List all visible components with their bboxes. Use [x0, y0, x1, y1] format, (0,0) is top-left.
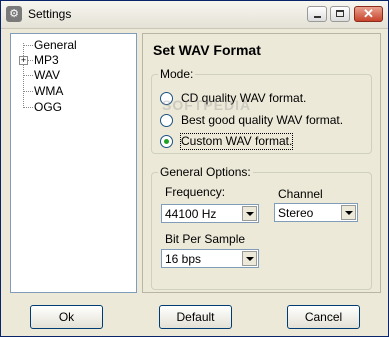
settings-tree[interactable]: General + MP3 WAV WMA OGG: [10, 33, 137, 293]
watermark: SOFTPEDIA: [162, 97, 252, 113]
close-icon: ✕: [363, 6, 374, 21]
channel-select[interactable]: Stereo: [274, 203, 358, 222]
default-button[interactable]: Default: [159, 305, 232, 329]
bit-per-sample-select[interactable]: 16 bps: [161, 249, 259, 268]
chevron-down-icon: [246, 212, 254, 216]
close-button[interactable]: ✕: [354, 6, 383, 22]
expand-icon[interactable]: +: [19, 56, 28, 65]
wav-settings-panel: Set WAV Format Mode: CD quality WAV form…: [142, 33, 381, 293]
dropdown-button[interactable]: [242, 206, 257, 221]
general-options-group: General Options: Frequency: 44100 Hz Cha…: [151, 165, 372, 290]
tree-item-label: General: [34, 38, 77, 52]
minimize-icon: [314, 16, 321, 18]
dropdown-button[interactable]: [341, 205, 356, 220]
maximize-button[interactable]: [330, 6, 350, 22]
tree-item-ogg[interactable]: OGG: [11, 100, 131, 115]
general-options-legend: General Options:: [158, 165, 253, 179]
channel-label: Channel: [278, 187, 323, 201]
tree-item-mp3[interactable]: + MP3: [11, 53, 131, 68]
frequency-value: 44100 Hz: [165, 207, 217, 221]
radio-button[interactable]: [160, 135, 173, 148]
ok-button[interactable]: Ok: [30, 305, 103, 329]
channel-value: Stereo: [278, 206, 314, 220]
tree-item-general[interactable]: General: [11, 38, 131, 53]
settings-window: ⚙ Settings ✕ General + MP3 WAV WMA OGG S…: [0, 0, 389, 337]
dropdown-button[interactable]: [242, 251, 257, 266]
minimize-button[interactable]: [307, 6, 327, 22]
title-bar[interactable]: ⚙ Settings ✕: [1, 1, 388, 29]
settings-app-icon: ⚙: [6, 6, 22, 22]
window-title: Settings: [28, 7, 72, 21]
radio-label: Custom WAV format.: [179, 133, 294, 150]
tree-item-label: MP3: [34, 53, 59, 67]
radio-selected-dot: [164, 139, 169, 144]
tree-item-label: WMA: [34, 84, 64, 98]
panel-title: Set WAV Format: [153, 42, 261, 58]
bit-per-sample-value: 16 bps: [165, 252, 202, 266]
frequency-select[interactable]: 44100 Hz: [161, 204, 259, 223]
radio-button[interactable]: [160, 114, 173, 127]
mode-group: Mode: CD quality WAV format. Best good q…: [151, 67, 372, 154]
bit-per-sample-label: Bit Per Sample: [165, 232, 246, 246]
frequency-label: Frequency:: [165, 185, 226, 199]
mode-legend: Mode:: [158, 67, 196, 81]
chevron-down-icon: [345, 211, 353, 215]
tree-item-label: WAV: [34, 68, 60, 82]
cancel-button[interactable]: Cancel: [287, 305, 360, 329]
radio-label: Best good quality WAV format.: [181, 113, 344, 127]
maximize-icon: [336, 10, 344, 17]
tree-item-label: OGG: [34, 100, 63, 114]
tree-item-wma[interactable]: WMA: [11, 84, 131, 99]
chevron-down-icon: [246, 257, 254, 261]
tree-item-wav[interactable]: WAV: [11, 68, 131, 83]
